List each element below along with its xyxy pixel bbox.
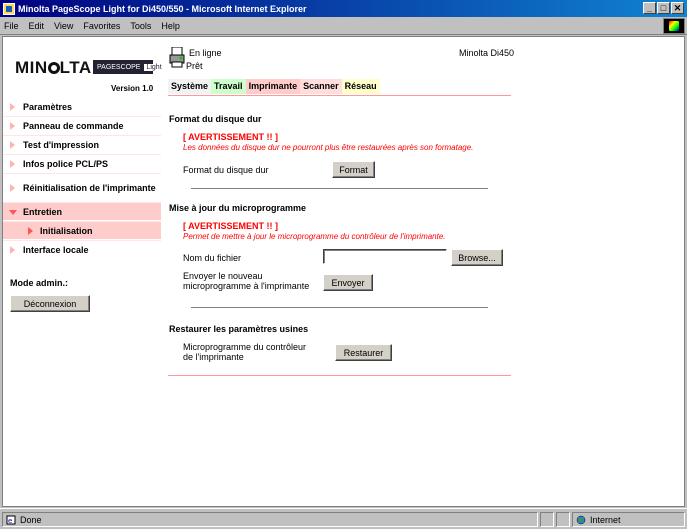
arrow-right-icon bbox=[10, 140, 15, 149]
status-text: Done bbox=[20, 514, 42, 525]
window-title-bar: Minolta PageScope Light for Di450/550 - … bbox=[0, 0, 687, 17]
status-online: En ligne bbox=[189, 48, 222, 58]
page-content: MIN LTA PAGESCOPE Light Version 1.0 En li… bbox=[2, 36, 685, 507]
sidebar-item-label: Interface locale bbox=[23, 244, 89, 255]
sidebar-item-parametres[interactable]: Paramètres bbox=[3, 98, 161, 116]
sidebar-item-label: Réinitialisation de l'imprimante bbox=[23, 182, 156, 193]
svg-text:e: e bbox=[8, 517, 12, 525]
globe-icon bbox=[576, 515, 586, 524]
sidebar-item-panneau[interactable]: Panneau de commande bbox=[3, 117, 161, 135]
tab-bar: Système Travail Imprimante Scanner Résea… bbox=[168, 79, 380, 94]
logo-text-start: MIN bbox=[15, 58, 48, 77]
sidebar-item-label: Test d'impression bbox=[23, 139, 99, 150]
menu-favorites[interactable]: Favorites bbox=[83, 21, 120, 31]
send-button[interactable]: Envoyer bbox=[323, 274, 373, 291]
section-divider bbox=[191, 307, 488, 308]
sidebar-item-test-impression[interactable]: Test d'impression bbox=[3, 136, 161, 154]
pagescope-logo: PAGESCOPE Light bbox=[93, 60, 164, 74]
sidebar-item-label: Paramètres bbox=[23, 101, 73, 112]
sidebar-item-entretien[interactable]: Entretien bbox=[3, 203, 161, 221]
disk-format-warning-title: [ AVERTISSEMENT !! ] bbox=[183, 132, 278, 142]
printer-status-icon bbox=[169, 47, 185, 68]
arrow-right-icon bbox=[10, 121, 15, 130]
status-cell bbox=[540, 512, 554, 527]
page-done-icon: e bbox=[6, 515, 16, 525]
logo-text-end: LTA bbox=[59, 58, 92, 77]
disk-format-label: Format du disque dur bbox=[183, 165, 269, 175]
maximize-button[interactable]: □ bbox=[657, 2, 670, 14]
restore-button[interactable]: Restaurer bbox=[335, 344, 392, 361]
tab-imprimante[interactable]: Imprimante bbox=[245, 79, 301, 94]
sidebar-item-reinitialisation[interactable]: Réinitialisation de l'imprimante bbox=[3, 174, 161, 202]
minimize-button[interactable]: _ bbox=[643, 2, 656, 14]
menu-tools[interactable]: Tools bbox=[130, 21, 151, 31]
logout-button[interactable]: Déconnexion bbox=[10, 295, 90, 312]
sidebar-item-infos-police[interactable]: Infos police PCL/PS bbox=[3, 155, 161, 173]
file-name-input[interactable] bbox=[323, 249, 447, 264]
firmware-warning-title: [ AVERTISSEMENT !! ] bbox=[183, 221, 278, 231]
sidebar-item-label: Initialisation bbox=[40, 225, 93, 236]
send-firmware-label: Envoyer le nouveau microprogramme à l'im… bbox=[183, 271, 310, 291]
ie-window-icon bbox=[3, 2, 15, 15]
menu-view[interactable]: View bbox=[54, 21, 73, 31]
window-controls: _ □ ✕ bbox=[643, 2, 684, 14]
sidebar-item-initialisation[interactable]: Initialisation bbox=[3, 222, 161, 240]
file-name-label: Nom du fichier bbox=[183, 253, 242, 263]
arrow-right-icon bbox=[10, 102, 15, 111]
sidebar-item-label: Entretien bbox=[23, 206, 63, 217]
tab-scanner[interactable]: Scanner bbox=[300, 79, 342, 94]
factory-reset-label: Microprogramme du contrôleur de l'imprim… bbox=[183, 342, 307, 362]
light-text: Light bbox=[144, 63, 164, 71]
security-zone-label: Internet bbox=[590, 514, 621, 525]
menu-edit[interactable]: Edit bbox=[29, 21, 45, 31]
admin-mode-label: Mode admin.: bbox=[10, 278, 68, 288]
tab-travail[interactable]: Travail bbox=[211, 79, 246, 94]
close-button[interactable]: ✕ bbox=[671, 2, 684, 14]
arrow-right-icon bbox=[10, 245, 15, 254]
pagescope-text: PAGESCOPE bbox=[97, 63, 141, 71]
status-cell bbox=[556, 512, 570, 527]
status-ready: Prêt bbox=[186, 61, 203, 71]
menu-bar: File Edit View Favorites Tools Help bbox=[0, 17, 687, 35]
sidebar: Paramètres Panneau de commande Test d'im… bbox=[3, 98, 161, 259]
arrow-down-icon bbox=[9, 209, 17, 215]
printer-model: Minolta Di450 bbox=[459, 48, 515, 58]
tab-underline bbox=[168, 95, 511, 96]
format-button[interactable]: Format bbox=[332, 161, 375, 178]
menu-file[interactable]: File bbox=[4, 21, 19, 31]
window-title: Minolta PageScope Light for Di450/550 - … bbox=[18, 3, 307, 14]
content-bottom-line bbox=[168, 375, 511, 376]
sidebar-item-label: Panneau de commande bbox=[23, 120, 124, 131]
status-text-cell: e Done bbox=[2, 512, 538, 527]
tab-reseau[interactable]: Réseau bbox=[341, 79, 380, 94]
arrow-right-icon bbox=[28, 226, 33, 235]
menu-help[interactable]: Help bbox=[161, 21, 180, 31]
section-divider bbox=[191, 188, 488, 189]
sidebar-item-interface-locale[interactable]: Interface locale bbox=[3, 241, 161, 259]
ie-logo-icon bbox=[663, 18, 685, 34]
logo-o-icon bbox=[47, 62, 60, 74]
status-bar: e Done Internet bbox=[0, 508, 687, 529]
version-label: Version 1.0 bbox=[111, 84, 154, 93]
disk-format-warning-text: Les données du disque dur ne pourront pl… bbox=[183, 143, 474, 152]
disk-format-heading: Format du disque dur bbox=[169, 114, 262, 124]
factory-reset-heading: Restaurer les paramètres usines bbox=[169, 324, 309, 334]
arrow-right-icon bbox=[10, 183, 15, 192]
browse-button[interactable]: Browse... bbox=[451, 249, 503, 266]
tab-systeme[interactable]: Système bbox=[168, 79, 212, 94]
firmware-heading: Mise à jour du microprogramme bbox=[169, 203, 307, 213]
sidebar-item-label: Infos police PCL/PS bbox=[23, 158, 109, 169]
arrow-right-icon bbox=[10, 159, 15, 168]
minolta-logo: MIN LTA bbox=[15, 58, 92, 78]
firmware-warning-text: Permet de mettre à jour le microprogramm… bbox=[183, 232, 446, 241]
security-zone-cell: Internet bbox=[572, 512, 685, 527]
